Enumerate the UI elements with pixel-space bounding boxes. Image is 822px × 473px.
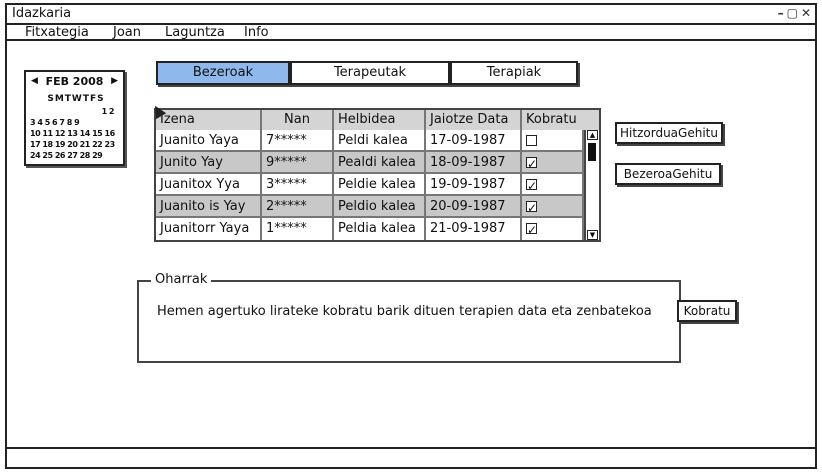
table-row[interactable]: Juanito is Yay 2***** Peldio kalea 20-09… (156, 196, 584, 218)
cell-jaiotze-data: 20-09-1987 (426, 196, 522, 218)
calendar-week[interactable]: 3 4 5 6 7 8 9 (30, 117, 122, 128)
cell-jaiotze-data: 21-09-1987 (426, 218, 522, 240)
column-header-nan[interactable]: Nan (262, 110, 334, 130)
column-header-izena[interactable]: Izena (156, 110, 262, 130)
table-row[interactable]: Juanitorr Yaya 1***** Peldia kalea 21-09… (156, 218, 584, 240)
calendar-header: ◀ FEB 2008 ▶ (26, 75, 123, 88)
menu-laguntza[interactable]: Laguntza (165, 25, 225, 41)
tab-terapeutak[interactable]: Terapeutak (290, 61, 450, 85)
cell-helbidea: Pealdi kalea (334, 152, 426, 174)
kobratu-checkbox[interactable] (526, 175, 537, 194)
window-controls: – ▢ ✕ (778, 5, 811, 21)
kobratu-checkbox[interactable] (526, 153, 537, 172)
scroll-thumb[interactable] (588, 143, 596, 161)
calendar-week[interactable]: 17 18 19 20 21 22 23 (30, 139, 122, 150)
calendar-week[interactable]: 1 2 (30, 106, 122, 117)
cell-izena: Juanitorr Yaya (156, 218, 262, 240)
menu-joan[interactable]: Joan (113, 25, 141, 41)
table-row[interactable]: Juanito Yaya 7***** Peldi kalea 17-09-19… (156, 130, 584, 152)
cell-nan: 1***** (262, 218, 334, 240)
cell-jaiotze-data: 19-09-1987 (426, 174, 522, 196)
cell-helbidea: Peldie kalea (334, 174, 426, 196)
cell-nan: 3***** (262, 174, 334, 196)
cell-izena: Juanitox Yya (156, 174, 262, 196)
calendar-grid[interactable]: 1 2 3 4 5 6 7 8 9 10 11 12 13 14 15 16 1… (30, 106, 122, 161)
minimize-icon[interactable]: – (778, 6, 784, 20)
calendar-weekdays: SMTWTFS (47, 94, 105, 104)
kobratu-checkbox[interactable] (526, 197, 537, 216)
cell-helbidea: Peldio kalea (334, 196, 426, 218)
cell-kobratu (522, 218, 584, 240)
column-header-jaiotze-data[interactable]: Jaiotze Data (426, 110, 522, 130)
calendar-week[interactable]: 10 11 12 13 14 15 16 (30, 128, 122, 139)
cell-izena: Junito Yay (156, 152, 262, 174)
menu-info[interactable]: Info (244, 25, 269, 41)
notes-panel: Oharrak Hemen agertuko lirateke kobratu … (137, 272, 681, 363)
next-month-icon[interactable]: ▶ (111, 76, 118, 86)
calendar-month-label: FEB 2008 (45, 75, 104, 88)
calendar-week[interactable]: 24 25 26 27 28 29 (30, 150, 122, 161)
close-icon[interactable]: ✕ (801, 6, 811, 20)
charge-button[interactable]: Kobratu (677, 300, 737, 322)
cell-izena: Juanito Yaya (156, 130, 262, 152)
add-appointment-button[interactable]: HitzorduaGehitu (615, 122, 723, 144)
cell-kobratu (522, 196, 584, 218)
prev-month-icon[interactable]: ◀ (31, 76, 38, 86)
tab-bezeroak[interactable]: Bezeroak (156, 61, 290, 85)
table-row[interactable]: Junito Yay 9***** Pealdi kalea 18-09-198… (156, 152, 584, 174)
table-row[interactable]: Juanitox Yya 3***** Peldie kalea 19-09-1… (156, 174, 584, 196)
kobratu-checkbox[interactable] (526, 219, 537, 240)
cell-nan: 9***** (262, 152, 334, 174)
kobratu-checkbox[interactable] (526, 135, 537, 146)
calendar-widget[interactable]: ◀ FEB 2008 ▶ SMTWTFS 1 2 3 4 5 6 7 8 9 1… (24, 70, 125, 166)
window-title: Idazkaria (12, 6, 72, 21)
add-client-button[interactable]: BezeroaGehitu (615, 163, 721, 185)
column-header-kobratu[interactable]: Kobratu (522, 110, 599, 130)
cell-helbidea: Peldia kalea (334, 218, 426, 240)
cell-kobratu (522, 174, 584, 196)
notes-legend: Oharrak (151, 272, 212, 287)
cell-jaiotze-data: 17-09-1987 (426, 130, 522, 152)
notes-text: Hemen agertuko lirateke kobratu barik di… (157, 304, 652, 319)
status-bar (7, 447, 815, 467)
cell-izena: Juanito is Yay (156, 196, 262, 218)
maximize-icon[interactable]: ▢ (787, 6, 798, 20)
clients-table: Izena Nan Helbidea Jaiotze Data Kobratu … (154, 108, 601, 242)
tab-terapiak[interactable]: Terapiak (450, 61, 578, 85)
menu-fitxategia[interactable]: Fitxategia (25, 25, 89, 41)
cell-kobratu (522, 130, 584, 152)
cell-kobratu (522, 152, 584, 174)
scroll-down-icon[interactable]: ▼ (587, 230, 598, 240)
title-bar: Idazkaria (7, 5, 815, 23)
cell-nan: 7***** (262, 130, 334, 152)
table-scrollbar[interactable]: ▲ ▼ (584, 130, 599, 240)
column-header-helbidea[interactable]: Helbidea (334, 110, 426, 130)
cell-jaiotze-data: 18-09-1987 (426, 152, 522, 174)
cell-nan: 2***** (262, 196, 334, 218)
cell-helbidea: Peldi kalea (334, 130, 426, 152)
menu-bar: Fitxategia Joan Laguntza Info (7, 23, 815, 41)
scroll-up-icon[interactable]: ▲ (587, 130, 598, 140)
